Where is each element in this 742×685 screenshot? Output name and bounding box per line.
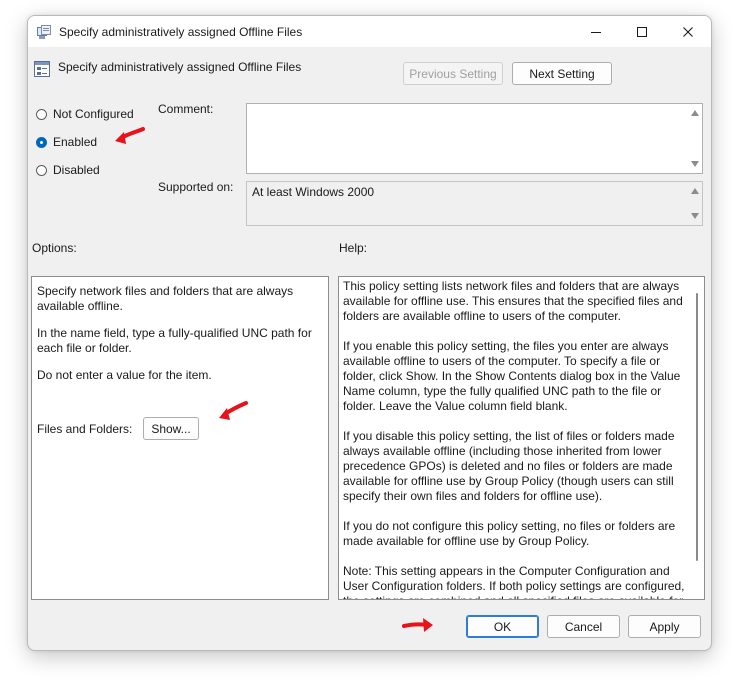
scroll-down-icon[interactable] xyxy=(691,161,699,167)
help-pane[interactable]: This policy setting lists network files … xyxy=(338,276,705,600)
comment-textarea[interactable] xyxy=(246,103,703,174)
radio-label: Enabled xyxy=(53,135,98,149)
comment-scrollbar[interactable] xyxy=(687,104,702,173)
scroll-up-icon[interactable] xyxy=(691,110,699,116)
annotation-arrow-icon xyxy=(402,618,433,632)
radio-circle xyxy=(36,164,47,176)
radio-label: Disabled xyxy=(53,163,100,177)
help-paragraph: If you do not configure this policy sett… xyxy=(343,519,676,548)
radio-circle-checked xyxy=(36,136,47,148)
scroll-up-icon[interactable] xyxy=(691,188,699,194)
radio-disabled[interactable]: Disabled xyxy=(36,162,100,178)
help-paragraph: If you enable this policy setting, the f… xyxy=(343,339,681,413)
next-setting-button[interactable]: Next Setting xyxy=(512,62,612,85)
maximize-icon xyxy=(637,26,647,37)
help-scrollbar[interactable] xyxy=(689,277,704,599)
supported-on-box: At least Windows 2000 xyxy=(246,181,703,226)
help-scroll-thumb[interactable] xyxy=(696,293,698,561)
supported-on-value: At least Windows 2000 xyxy=(252,185,375,199)
scroll-down-icon[interactable] xyxy=(691,213,699,219)
ok-button[interactable]: OK xyxy=(466,615,539,638)
options-paragraph: Specify network files and folders that a… xyxy=(37,284,294,313)
supported-on-label: Supported on: xyxy=(158,180,234,194)
help-text: This policy setting lists network files … xyxy=(343,279,689,599)
help-paragraph: If you disable this policy setting, the … xyxy=(343,429,675,503)
apply-button[interactable]: Apply xyxy=(628,615,701,638)
window-title: Specify administratively assigned Offlin… xyxy=(59,25,303,39)
policy-dialog: Specify administratively assigned Offlin… xyxy=(27,15,712,651)
minimize-button[interactable] xyxy=(573,16,619,47)
options-paragraph: In the name field, type a fully-qualifie… xyxy=(37,326,312,355)
show-button[interactable]: Show... xyxy=(143,417,199,440)
help-paragraph: Note: This setting appears in the Comput… xyxy=(343,564,685,599)
cancel-button[interactable]: Cancel xyxy=(547,615,620,638)
policy-setting-icon xyxy=(34,61,50,77)
previous-setting-button[interactable]: Previous Setting xyxy=(403,62,503,85)
files-and-folders-label: Files and Folders: xyxy=(37,422,133,436)
title-bar[interactable]: Specify administratively assigned Offlin… xyxy=(28,16,711,47)
radio-not-configured[interactable]: Not Configured xyxy=(36,106,134,122)
help-label: Help: xyxy=(339,241,368,255)
setting-name: Specify administratively assigned Offlin… xyxy=(58,60,302,74)
comment-label: Comment: xyxy=(158,102,214,116)
options-label: Options: xyxy=(32,241,77,255)
help-paragraph: This policy setting lists network files … xyxy=(343,279,683,323)
options-paragraph: Do not enter a value for the item. xyxy=(37,368,212,382)
minimize-icon xyxy=(591,31,601,33)
radio-circle xyxy=(36,108,47,120)
close-icon xyxy=(683,26,693,37)
options-pane: Specify network files and folders that a… xyxy=(31,276,329,600)
radio-label: Not Configured xyxy=(53,107,134,121)
annotation-arrow-icon xyxy=(219,401,248,420)
supported-scrollbar[interactable] xyxy=(687,182,702,225)
close-button[interactable] xyxy=(665,16,711,47)
annotation-arrow-icon xyxy=(115,127,145,144)
maximize-button[interactable] xyxy=(619,16,665,47)
radio-enabled[interactable]: Enabled xyxy=(36,134,97,150)
policy-app-icon xyxy=(37,25,51,39)
